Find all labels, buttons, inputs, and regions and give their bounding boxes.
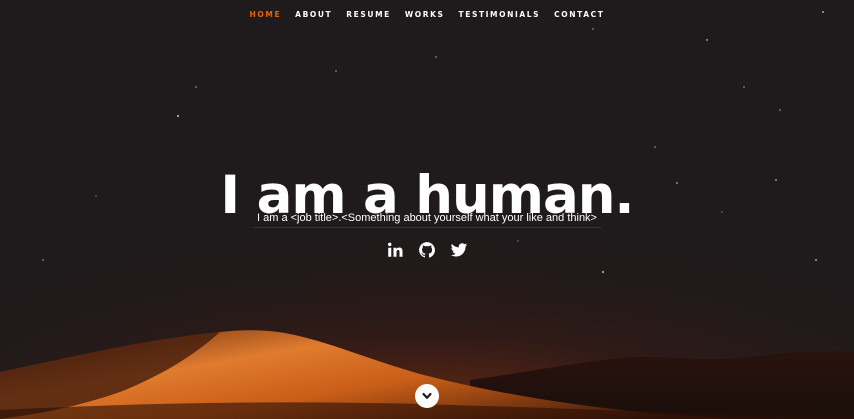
chevron-down-icon	[422, 392, 432, 399]
nav-works[interactable]: WORKS	[398, 10, 452, 19]
main-nav: HOME ABOUT RESUME WORKS TESTIMONIALS CON…	[0, 0, 854, 28]
nav-about[interactable]: ABOUT	[288, 10, 339, 19]
linkedin-icon[interactable]	[386, 241, 404, 259]
nav-resume[interactable]: RESUME	[339, 10, 398, 19]
social-links	[0, 241, 854, 259]
twitter-icon[interactable]	[450, 241, 468, 259]
hero-tagline: I am a <job title>.<Something about your…	[257, 212, 597, 224]
github-icon[interactable]	[418, 241, 436, 259]
nav-contact[interactable]: CONTACT	[547, 10, 611, 19]
nav-testimonials[interactable]: TESTIMONIALS	[452, 10, 548, 19]
hero-divider	[253, 227, 601, 228]
nav-home[interactable]: HOME	[243, 10, 289, 19]
scroll-down-button[interactable]	[415, 384, 439, 408]
